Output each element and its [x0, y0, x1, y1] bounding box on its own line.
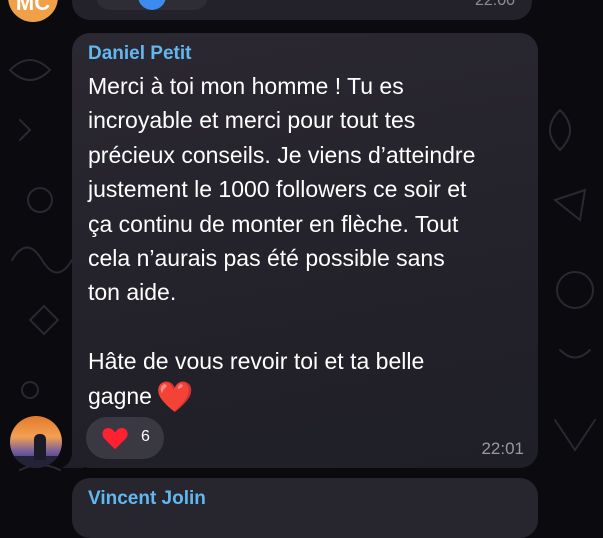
heart-icon — [102, 428, 128, 450]
message-body: Merci à toi mon homme ! Tu es incroyable… — [88, 73, 476, 409]
reaction-count: 6 — [141, 428, 150, 445]
previous-message-time: 22:00 — [474, 0, 515, 9]
message-time: 22:01 — [481, 439, 524, 458]
sender-avatar[interactable] — [10, 416, 62, 468]
next-message-bubble[interactable]: Vincent Jolin — [72, 478, 538, 538]
message-text: Merci à toi mon homme ! Tu es incroyable… — [88, 69, 528, 415]
avatar-figure — [34, 434, 46, 460]
heart-reaction-chip[interactable]: 6 — [86, 417, 164, 459]
message-bubble[interactable]: Daniel Petit Merci à toi mon homme ! Tu … — [72, 33, 538, 468]
heart-icon: ♥ — [108, 0, 119, 1]
sender-name[interactable]: Daniel Petit — [88, 43, 191, 65]
red-heart-emoji: ❤️ — [155, 380, 194, 414]
reactor-avatar — [138, 0, 166, 10]
previous-message-reactions[interactable]: ♥ — [96, 0, 208, 10]
next-sender-name[interactable]: Vincent Jolin — [88, 488, 206, 510]
